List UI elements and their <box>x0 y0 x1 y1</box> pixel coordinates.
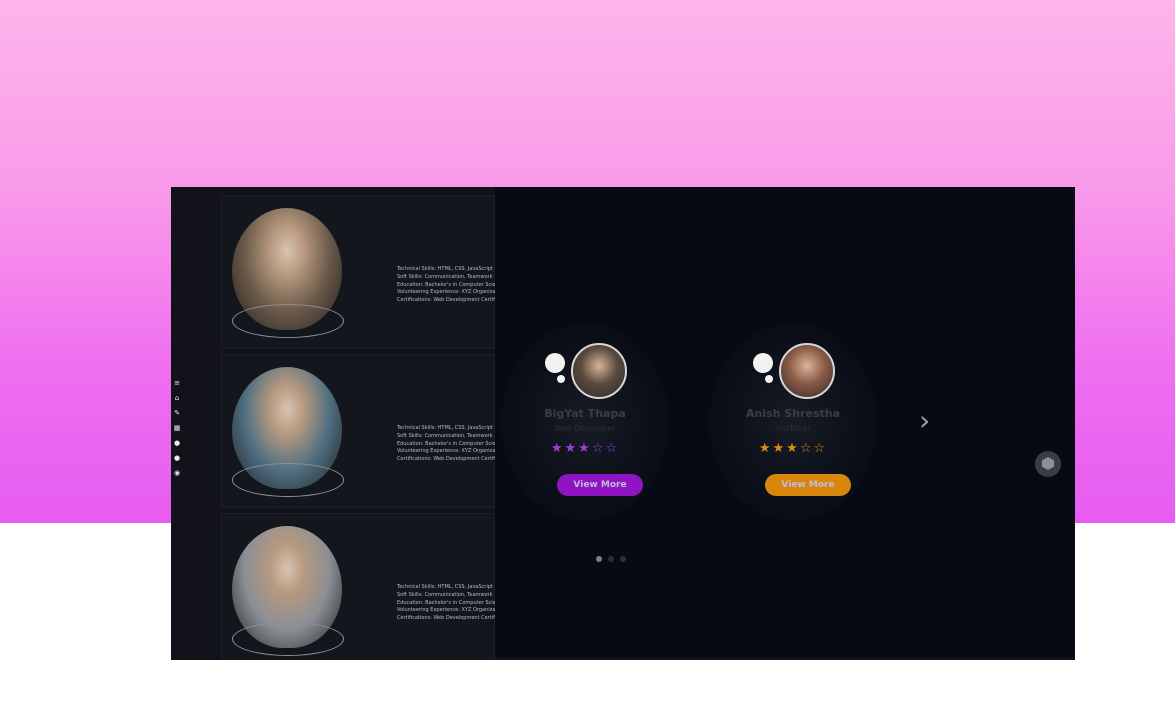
star-filled-icon: ★ <box>564 441 579 456</box>
rating-stars: ★★★☆☆ <box>515 441 655 456</box>
photo-ring <box>232 622 344 656</box>
home-icon[interactable]: ⌂ <box>172 393 182 404</box>
cube-icon <box>1042 457 1054 470</box>
star-filled-icon: ★ <box>786 441 800 456</box>
pagination-dot[interactable] <box>596 556 602 562</box>
card-name: Anish Shrestha <box>745 407 841 420</box>
card-role: Web Developer <box>554 424 616 433</box>
thought-bubble-icon <box>545 353 565 373</box>
photo-ring <box>232 304 344 338</box>
app-preview-frame: ≡ ⌂ ✎ ▦ ● ● ◉ Technical Skills: HTML, CSS, Jav… <box>171 187 1075 660</box>
profile-detail-line: Soft Skills: Communication, Teamwork <box>397 591 493 598</box>
profile-detail-line: Volunteering Experience: XYZ Organizatio… <box>397 607 496 614</box>
card-avatar <box>779 343 835 399</box>
pencil-icon[interactable]: ✎ <box>172 408 182 419</box>
star-empty-icon: ☆ <box>605 441 620 456</box>
star-empty-icon: ☆ <box>591 441 606 456</box>
profile-list: Technical Skills: HTML, CSS, JavaScript S… <box>221 195 496 660</box>
profile-detail-line: Technical Skills: HTML, CSS, JavaScript <box>397 584 493 590</box>
star-empty-icon: ☆ <box>799 441 814 456</box>
slider-card: BigYat Thapa Web Developer ★★★☆☆ View More <box>505 327 665 517</box>
profile-card: Technical Skills: HTML, CSS, JavaScript S… <box>221 513 496 660</box>
next-arrow-icon[interactable]: › <box>919 404 930 437</box>
profile-detail-line: Certifications: Web Development Certific <box>397 615 496 622</box>
profile-detail-line: Certifications: Web Development Certific <box>397 456 496 463</box>
settings-icon[interactable]: ◉ <box>172 468 182 479</box>
star-filled-icon: ★ <box>758 441 773 456</box>
profile-card: Technical Skills: HTML, CSS, JavaScript S… <box>221 195 496 349</box>
side-nav: ≡ ⌂ ✎ ▦ ● ● ◉ <box>171 374 183 479</box>
thought-bubble-small-icon <box>557 375 565 383</box>
profile-detail-line: Technical Skills: HTML, CSS, JavaScript <box>397 425 493 431</box>
photo-ring <box>232 463 344 497</box>
slider-pagination <box>596 556 626 562</box>
card-name: BigYat Thapa <box>544 407 626 420</box>
thought-bubble-small-icon <box>765 375 773 383</box>
profile-detail-line: Education: Bachelor's in Computer Scienc… <box>397 440 496 447</box>
profile-detail-line: Volunteering Experience: XYZ Organizatio… <box>397 289 496 296</box>
star-empty-icon: ☆ <box>813 441 828 456</box>
book-icon[interactable]: ▦ <box>172 423 182 434</box>
view-more-button[interactable]: View More <box>765 474 851 496</box>
card-avatar <box>571 343 627 399</box>
pagination-dot[interactable] <box>608 556 614 562</box>
info-icon[interactable]: ● <box>172 453 182 464</box>
profile-detail-line: Certifications: Web Development Certific <box>397 297 496 304</box>
menu-icon[interactable]: ≡ <box>172 378 182 389</box>
floating-action-button[interactable] <box>1035 451 1061 477</box>
thought-bubble-icon <box>753 353 773 373</box>
profile-detail-line: Volunteering Experience: XYZ Organizatio… <box>397 448 496 455</box>
star-filled-icon: ★ <box>550 441 565 456</box>
star-filled-icon: ★ <box>772 441 787 456</box>
profile-detail-line: Education: Bachelor's in Computer Scienc… <box>397 599 496 606</box>
profile-detail-line: Technical Skills: HTML, CSS, JavaScript <box>397 266 493 272</box>
profile-detail-line: Education: Bachelor's in Computer Scienc… <box>397 281 496 288</box>
user-icon[interactable]: ● <box>172 438 182 449</box>
card-role: YouTuber <box>775 424 811 433</box>
view-more-button[interactable]: View More <box>557 474 643 496</box>
pagination-dot[interactable] <box>620 556 626 562</box>
profile-details: Technical Skills: HTML, CSS, JavaScript S… <box>397 584 496 623</box>
profile-details: Technical Skills: HTML, CSS, JavaScript S… <box>397 266 496 305</box>
profile-card: Technical Skills: HTML, CSS, JavaScript S… <box>221 354 496 508</box>
star-filled-icon: ★ <box>578 441 592 456</box>
profile-detail-line: Soft Skills: Communication, Teamwork <box>397 432 493 439</box>
profile-detail-line: Soft Skills: Communication, Teamwork <box>397 273 493 280</box>
profile-details: Technical Skills: HTML, CSS, JavaScript S… <box>397 425 496 464</box>
slider-panel: BigYat Thapa Web Developer ★★★☆☆ View More A… <box>495 187 1075 657</box>
rating-stars: ★★★☆☆ <box>723 441 863 456</box>
slider-card: Anish Shrestha YouTuber ★★★☆☆ View More <box>713 327 873 517</box>
